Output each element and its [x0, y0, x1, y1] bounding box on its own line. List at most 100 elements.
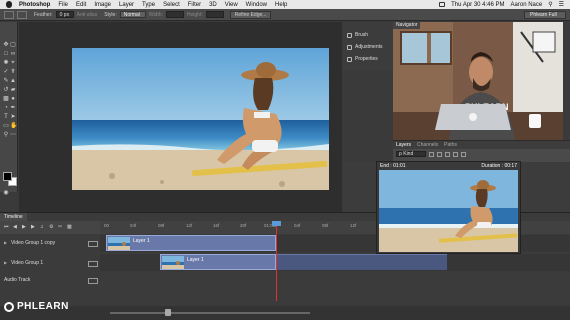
height-input[interactable] — [205, 11, 224, 18]
quick-mask-icon[interactable]: ◉ — [3, 190, 9, 196]
dodge-tool-icon[interactable]: ◔ — [3, 105, 9, 111]
menu-view[interactable]: View — [225, 2, 238, 8]
zoom-slider-knob[interactable] — [165, 309, 171, 316]
clip-thumbnail-image — [162, 256, 184, 269]
tab-channels[interactable]: Channels — [417, 142, 438, 148]
go-to-first-frame-icon[interactable]: ⏮ — [4, 225, 9, 230]
eraser-tool-icon[interactable]: ▰ — [10, 87, 16, 93]
transition-icon[interactable]: ▩ — [67, 225, 72, 230]
audio-options-icon[interactable] — [88, 278, 98, 284]
track-options-icon[interactable] — [88, 261, 98, 267]
menu-file[interactable]: File — [58, 2, 68, 8]
shape-tool-icon[interactable]: ▭ — [3, 123, 9, 129]
menu-3d[interactable]: 3D — [209, 2, 217, 8]
track-options-icon[interactable] — [88, 241, 98, 247]
gradient-tool-icon[interactable]: ▩ — [3, 96, 9, 102]
beach-scene-image — [72, 48, 329, 190]
beach-photo[interactable] — [72, 48, 329, 190]
playhead-handle[interactable] — [272, 221, 281, 226]
menu-image[interactable]: Image — [94, 2, 111, 8]
battery-icon[interactable] — [439, 2, 446, 7]
kind-filter-select[interactable]: ρ Kind — [396, 151, 426, 157]
tab-layers[interactable]: Layers — [396, 142, 411, 148]
filter-pixel-icon[interactable] — [429, 151, 434, 157]
timeline-tab[interactable]: Timeline — [0, 213, 27, 221]
search-icon[interactable]: ⚲ — [548, 1, 552, 8]
menu-filter[interactable]: Filter — [188, 2, 201, 8]
filter-shape-icon[interactable] — [453, 151, 458, 157]
video-clip[interactable]: Layer 1 — [106, 235, 276, 251]
previous-frame-icon[interactable]: ◀ — [13, 225, 18, 230]
filter-type-icon[interactable] — [445, 151, 450, 157]
tab-paths[interactable]: Paths — [444, 142, 457, 148]
feather-input[interactable]: 0 px — [55, 11, 74, 18]
track-header[interactable]: ▶ Video Group 1 — [4, 260, 43, 266]
filter-adjustment-icon[interactable] — [437, 151, 442, 157]
width-input[interactable] — [165, 11, 184, 18]
antialias-checkbox[interactable]: Anti-alias — [77, 12, 98, 18]
play-icon[interactable]: ▶ — [22, 225, 27, 230]
split-icon[interactable]: ✂ — [58, 225, 63, 230]
move-tool-icon[interactable]: ✥ — [3, 42, 9, 48]
lasso-tool-icon[interactable]: ∞ — [10, 51, 16, 57]
menu-type[interactable]: Type — [142, 2, 155, 8]
hand-tool-icon[interactable]: ✋ — [10, 123, 17, 129]
more-tools-icon[interactable]: ⋯ — [10, 132, 16, 138]
video-clip[interactable]: Layer 1 — [160, 254, 276, 270]
menu-help[interactable]: Help — [275, 2, 287, 8]
pen-tool-icon[interactable]: ✒ — [10, 105, 16, 111]
tick-label: 12f — [350, 223, 357, 228]
marquee-preset-icon[interactable] — [4, 10, 14, 19]
next-frame-icon[interactable]: ▶ — [31, 225, 36, 230]
tick-label: 20f — [240, 223, 247, 228]
status-area: Thu Apr 30 4:46 PM Aaron Nace ⚲ ☰ — [439, 0, 564, 9]
history-brush-icon[interactable]: ↺ — [3, 87, 9, 93]
settings-icon[interactable]: ⚙ — [49, 225, 54, 230]
expand-triangle-icon[interactable]: ▶ — [4, 241, 8, 245]
dock-brush[interactable]: Brush — [347, 32, 368, 38]
workspace-select[interactable]: Phlearn Full — [524, 11, 566, 19]
brush-tool-icon[interactable]: ✎ — [3, 78, 9, 84]
eyedropper-icon[interactable]: ✓ — [3, 69, 9, 75]
track-header[interactable]: Audio Track — [4, 277, 30, 283]
apple-menu-icon[interactable] — [6, 1, 12, 8]
artboard-tool-icon[interactable]: ▢ — [10, 42, 16, 48]
quick-select-icon[interactable]: ✺ — [3, 60, 9, 66]
playhead[interactable] — [276, 221, 277, 301]
track-header[interactable]: ▶ Video Group 1 copy — [4, 240, 55, 246]
clip-thumbnail — [108, 237, 130, 250]
menu-select[interactable]: Select — [163, 2, 180, 8]
selection-mode-icon[interactable] — [17, 10, 27, 19]
preview-photo — [379, 170, 518, 252]
menu-layer[interactable]: Layer — [119, 2, 134, 8]
tick-label: 12f — [186, 223, 193, 228]
blur-tool-icon[interactable]: ● — [10, 96, 16, 102]
clock[interactable]: Thu Apr 30 4:46 PM — [451, 2, 504, 8]
expand-triangle-icon[interactable]: ▶ — [4, 261, 8, 265]
style-select[interactable]: Normal — [119, 11, 146, 18]
crop-tool-icon[interactable]: ⌖ — [10, 60, 16, 66]
navigator-panel: Navigator PHLEARN — [393, 22, 563, 140]
menu-window[interactable]: Window — [246, 2, 267, 8]
clip-thumbnail — [162, 256, 184, 269]
dock-adjustments[interactable]: Adjustments — [347, 44, 383, 50]
foreground-color-swatch[interactable] — [3, 172, 12, 181]
clip-trim-extent[interactable] — [277, 254, 447, 270]
healing-brush-icon[interactable]: ☤ — [10, 69, 16, 75]
audio-icon[interactable]: ♫ — [40, 225, 45, 230]
zoom-tool-icon[interactable]: ⚲ — [3, 132, 9, 138]
marquee-tool-icon[interactable]: □ — [3, 51, 9, 57]
clone-stamp-icon[interactable]: ▲ — [10, 78, 16, 84]
tick-label: 00 — [104, 223, 110, 228]
type-tool-icon[interactable]: T — [3, 114, 9, 120]
refine-edge-button[interactable]: Refine Edge... — [229, 10, 272, 19]
zoom-slider-track[interactable] — [110, 312, 310, 314]
path-select-icon[interactable]: ➤ — [10, 114, 16, 120]
user-name[interactable]: Aaron Nace — [511, 2, 543, 8]
list-icon[interactable]: ☰ — [559, 1, 564, 8]
menu-edit[interactable]: Edit — [76, 2, 86, 8]
filter-smart-icon[interactable] — [461, 151, 466, 157]
navigator-tab[interactable]: Navigator — [393, 22, 421, 29]
dock-properties[interactable]: Properties — [347, 56, 378, 62]
app-menu[interactable]: Photoshop — [19, 2, 50, 8]
